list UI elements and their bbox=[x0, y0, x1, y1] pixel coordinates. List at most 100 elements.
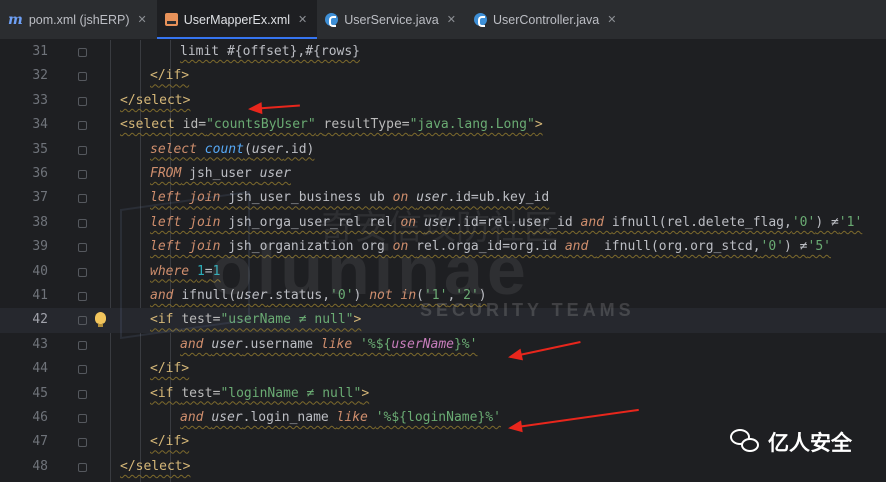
close-tab-icon[interactable]: ✕ bbox=[138, 13, 147, 26]
code-line[interactable]: 42 <if test="userName ≠ null"> bbox=[0, 308, 886, 333]
code-token: 1 bbox=[212, 263, 221, 279]
code-text: <if test="loginName ≠ null"> bbox=[150, 382, 369, 406]
code-token: ifnull(org.org_stcd, bbox=[596, 239, 761, 255]
editor-tab-label: pom.xml (jshERP) bbox=[28, 12, 130, 27]
code-token: ( bbox=[416, 288, 424, 303]
intention-bulb-icon[interactable] bbox=[95, 312, 106, 328]
code-token: .username bbox=[242, 336, 321, 352]
fold-marker-icon[interactable] bbox=[78, 292, 87, 301]
code-token: ) bbox=[478, 288, 487, 303]
line-number: 47 bbox=[32, 434, 48, 450]
wechat-icon bbox=[730, 429, 760, 455]
code-text: left join jsh_orga_user_rel rel on user.… bbox=[150, 211, 862, 235]
code-token: '0' bbox=[330, 288, 354, 303]
code-line[interactable]: 44 </if> bbox=[0, 357, 886, 381]
line-number: 46 bbox=[32, 410, 48, 425]
code-token: and bbox=[180, 410, 212, 425]
fold-marker-icon[interactable] bbox=[78, 145, 87, 155]
code-token: left join bbox=[150, 239, 221, 255]
code-editor[interactable]: 31 limit #{offset},#{rows} 32 </if> 33 </sele… bbox=[0, 40, 886, 482]
code-token: ) bbox=[353, 288, 370, 303]
line-number: 37 bbox=[32, 190, 48, 206]
code-token: '1' bbox=[423, 288, 448, 303]
code-text: <if test="userName ≠ null"> bbox=[150, 308, 361, 332]
fold-marker-icon[interactable] bbox=[78, 121, 87, 131]
editor-tab[interactable]: UserController.java ✕ bbox=[466, 0, 627, 39]
code-token: .id) bbox=[283, 141, 315, 157]
fold-marker-icon[interactable] bbox=[78, 462, 87, 472]
code-token: and bbox=[180, 336, 212, 352]
code-line[interactable]: 36 FROM jsh_user user bbox=[0, 162, 886, 186]
code-token: ) ≠ bbox=[784, 239, 808, 255]
fold-marker-icon[interactable] bbox=[78, 170, 87, 179]
code-token: '2' bbox=[455, 288, 479, 303]
fold-marker-icon[interactable] bbox=[78, 72, 87, 82]
code-text: select count(user.id) bbox=[150, 138, 314, 162]
fold-marker-icon[interactable] bbox=[78, 438, 87, 448]
code-text: </select> bbox=[120, 89, 190, 113]
code-token: FROM bbox=[150, 166, 182, 181]
code-text: limit #{offset},#{rows} bbox=[180, 40, 360, 64]
editor-tab[interactable]: m pom.xml (jshERP) ✕ bbox=[0, 0, 157, 39]
code-token: on bbox=[400, 214, 424, 230]
fold-marker-icon[interactable] bbox=[78, 340, 87, 350]
close-tab-icon[interactable]: ✕ bbox=[607, 13, 616, 26]
code-line[interactable]: 39 left join jsh_organization org on rel.… bbox=[0, 235, 886, 259]
code-token: user bbox=[211, 410, 243, 425]
fold-marker-icon[interactable] bbox=[78, 389, 87, 399]
editor-tab[interactable]: UserMapperEx.xml ✕ bbox=[156, 0, 318, 39]
code-token: jsh_organization org bbox=[220, 239, 393, 255]
close-tab-icon[interactable]: ✕ bbox=[447, 13, 456, 26]
code-token: .status, bbox=[267, 288, 331, 303]
code-token: ifnull(rel.delete_flag, bbox=[611, 214, 792, 230]
close-tab-icon[interactable]: ✕ bbox=[298, 13, 307, 26]
code-token: }%' bbox=[453, 336, 478, 352]
fold-marker-icon[interactable] bbox=[78, 365, 87, 375]
code-line[interactable]: 33 </select> bbox=[0, 89, 886, 113]
code-token: ifnull( bbox=[181, 288, 237, 303]
code-line[interactable]: 45 <if test="loginName ≠ null"> bbox=[0, 382, 886, 406]
code-line[interactable]: 31 limit #{offset},#{rows} bbox=[0, 40, 886, 64]
fold-marker-icon[interactable] bbox=[78, 267, 87, 277]
line-number: 45 bbox=[32, 385, 48, 401]
code-token: '5' bbox=[807, 239, 831, 255]
code-token: test= bbox=[181, 312, 221, 328]
brand-text: 亿人安全 bbox=[768, 432, 852, 455]
line-number: 48 bbox=[32, 458, 48, 474]
code-text: </if> bbox=[150, 357, 189, 381]
code-line[interactable]: 38 left join jsh_orga_user_rel rel on use… bbox=[0, 211, 886, 235]
editor-tab[interactable]: UserService.java ✕ bbox=[317, 0, 466, 39]
fold-marker-icon[interactable] bbox=[78, 96, 87, 106]
code-token: '1' bbox=[838, 214, 863, 230]
line-number: 43 bbox=[32, 336, 48, 352]
code-token: > bbox=[353, 312, 362, 328]
code-text: FROM jsh_user user bbox=[150, 162, 291, 186]
fold-marker-icon[interactable] bbox=[78, 414, 87, 423]
code-line[interactable]: 41 and ifnull(user.status,'0') not in('1'… bbox=[0, 284, 886, 308]
code-line[interactable]: 32 </if> bbox=[0, 64, 886, 88]
code-token: on bbox=[392, 239, 417, 255]
fold-marker-icon[interactable] bbox=[78, 316, 87, 326]
code-text: and ifnull(user.status,'0') not in('1','… bbox=[150, 284, 487, 308]
code-line[interactable]: 35 select count(user.id) bbox=[0, 138, 886, 162]
code-line[interactable]: 40 where 1=1 bbox=[0, 260, 886, 284]
code-line[interactable]: 34 <select id="countsByUser" resultType="… bbox=[0, 113, 886, 137]
code-token: id= bbox=[182, 117, 207, 133]
code-line[interactable]: 48 </select> bbox=[0, 455, 886, 479]
code-text: <select id="countsByUser" resultType="ja… bbox=[120, 113, 543, 137]
code-token: </if> bbox=[150, 434, 190, 450]
code-token: 1 bbox=[196, 263, 205, 279]
code-token: '0' bbox=[791, 214, 816, 230]
code-line[interactable]: 43 and user.username like '%${userName}%' bbox=[0, 333, 886, 357]
code-token: <if bbox=[150, 312, 182, 328]
code-token: user bbox=[236, 288, 268, 303]
fold-marker-icon[interactable] bbox=[78, 243, 87, 253]
fold-marker-icon[interactable] bbox=[78, 194, 87, 204]
line-number: 35 bbox=[32, 141, 48, 157]
fold-marker-icon[interactable] bbox=[78, 218, 87, 228]
code-token: left join bbox=[150, 214, 221, 230]
code-text: left join jsh_user_business ub on user.i… bbox=[150, 186, 549, 210]
code-token: user bbox=[211, 336, 243, 352]
fold-marker-icon[interactable] bbox=[78, 48, 87, 57]
code-line[interactable]: 37 left join jsh_user_business ub on user… bbox=[0, 186, 886, 210]
